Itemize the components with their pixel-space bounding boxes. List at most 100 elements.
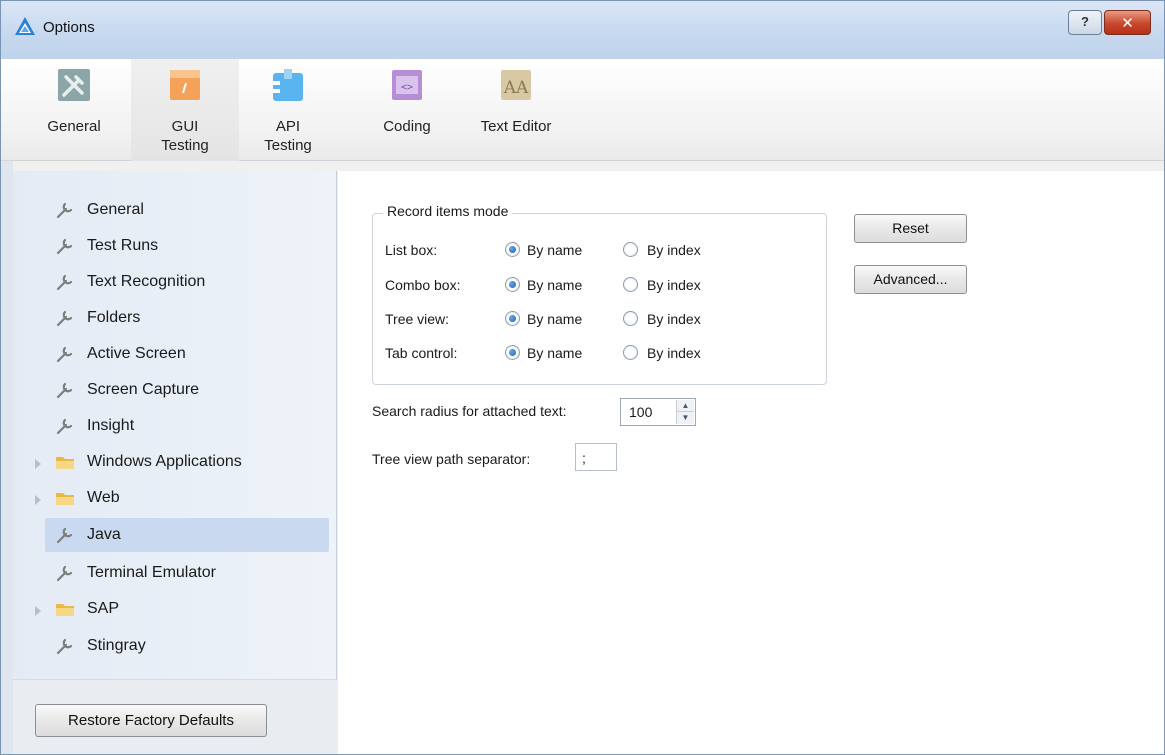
tree-view-by-index-radio[interactable]	[623, 311, 638, 326]
settings-tree: General Test Runs Text Recognition Folde…	[13, 171, 337, 679]
tree-item-folders[interactable]: Folders	[45, 301, 329, 335]
tree-item-label: Windows Applications	[87, 453, 242, 470]
category-label: GUI Testing	[161, 118, 209, 154]
row-label: Tree view:	[385, 311, 450, 327]
group-title: Record items mode	[383, 203, 513, 219]
tree-item-label: Web	[87, 489, 120, 506]
tree-item-active-screen[interactable]: Active Screen	[45, 337, 329, 371]
wrench-icon	[56, 638, 73, 655]
folder-icon	[56, 493, 74, 505]
tree-item-terminal-emulator[interactable]: Terminal Emulator	[45, 556, 329, 590]
category-label: API Testing	[264, 118, 312, 154]
category-text-editor[interactable]: AA Text Editor	[461, 59, 571, 161]
svg-text:AA: AA	[503, 78, 529, 98]
spin-down-icon[interactable]: ▼	[677, 412, 694, 424]
tree-item-test-runs[interactable]: Test Runs	[45, 229, 329, 263]
app-logo-icon	[15, 17, 35, 35]
folder-icon	[56, 604, 74, 616]
tree-item-screen-capture[interactable]: Screen Capture	[45, 373, 329, 407]
radio-label: By name	[527, 311, 583, 327]
expand-arrow-icon[interactable]	[33, 493, 43, 507]
row-label: Combo box:	[385, 277, 461, 293]
tree-item-stingray[interactable]: Stingray	[45, 629, 329, 663]
options-dialog: Options ? ✕ General GUI Testing API Test…	[0, 0, 1165, 755]
list-box-by-name-radio[interactable]	[505, 242, 520, 257]
tree-item-general[interactable]: General	[45, 193, 329, 227]
list-box-row: List box: By name By index	[385, 238, 815, 262]
expand-arrow-icon[interactable]	[33, 604, 43, 618]
gui-testing-icon	[170, 70, 200, 100]
wrench-icon	[56, 274, 73, 291]
title-bar: Options ? ✕	[1, 1, 1164, 59]
tree-item-label: Text Recognition	[87, 273, 206, 290]
tree-item-label: Folders	[87, 309, 141, 326]
radio-label: By name	[527, 345, 583, 361]
footer-bar: Restore Factory Defaults	[13, 679, 338, 754]
category-toolbar: General GUI Testing API Testing <> Codin…	[1, 59, 1164, 161]
help-button[interactable]: ?	[1068, 10, 1102, 35]
list-box-by-index-radio[interactable]	[623, 242, 638, 257]
help-icon: ?	[1081, 14, 1089, 29]
row-label: Tab control:	[385, 345, 458, 361]
search-radius-value: 100	[629, 404, 653, 420]
radio-label: By index	[647, 311, 701, 327]
folder-icon	[56, 457, 74, 469]
tab-control-by-name-radio[interactable]	[505, 345, 520, 360]
category-label: Text Editor	[480, 118, 552, 135]
wrench-icon	[56, 310, 73, 327]
tree-item-java[interactable]: Java	[45, 518, 329, 552]
left-edge	[1, 161, 13, 754]
row-label: List box:	[385, 242, 438, 258]
search-radius-stepper[interactable]: 100 ▲ ▼	[620, 398, 696, 426]
window-title: Options	[43, 19, 95, 36]
radio-label: By index	[647, 345, 701, 361]
wrench-icon	[56, 202, 73, 219]
tree-path-separator-label: Tree view path separator:	[372, 451, 531, 467]
record-items-mode-group: Record items mode List box: By name By i…	[372, 203, 827, 385]
tree-item-label: General	[87, 201, 144, 218]
java-settings-panel: Record items mode List box: By name By i…	[338, 171, 1164, 754]
search-radius-label: Search radius for attached text:	[372, 403, 567, 419]
combo-box-row: Combo box: By name By index	[385, 273, 815, 297]
svg-text:<>: <>	[401, 82, 413, 93]
combo-box-by-name-radio[interactable]	[505, 277, 520, 292]
tree-item-sap[interactable]: SAP	[45, 592, 329, 626]
tree-item-label: Stingray	[87, 637, 146, 654]
tab-control-by-index-radio[interactable]	[623, 345, 638, 360]
tab-control-row: Tab control: By name By index	[385, 341, 815, 365]
coding-icon: <>	[392, 70, 422, 100]
text-editor-icon: AA	[501, 70, 531, 100]
wrench-icon	[56, 346, 73, 363]
restore-factory-defaults-button[interactable]: Restore Factory Defaults	[35, 704, 267, 737]
radio-label: By name	[527, 277, 583, 293]
reset-button[interactable]: Reset	[854, 214, 967, 243]
category-api-testing[interactable]: API Testing	[247, 59, 329, 161]
tree-view-row: Tree view: By name By index	[385, 307, 815, 331]
wrench-icon	[56, 565, 73, 582]
tree-item-label: Java	[87, 526, 121, 543]
api-testing-icon	[273, 69, 303, 101]
tree-item-text-recognition[interactable]: Text Recognition	[45, 265, 329, 299]
expand-arrow-icon[interactable]	[33, 457, 43, 471]
tree-path-separator-field[interactable]: ;	[575, 443, 617, 471]
radio-label: By index	[647, 277, 701, 293]
radio-label: By name	[527, 242, 583, 258]
wrench-icon	[56, 527, 73, 544]
spin-up-icon[interactable]: ▲	[677, 400, 694, 412]
tree-view-by-name-radio[interactable]	[505, 311, 520, 326]
close-button[interactable]: ✕	[1104, 10, 1151, 35]
tree-item-label: Screen Capture	[87, 381, 200, 398]
tree-item-insight[interactable]: Insight	[45, 409, 329, 443]
advanced-button[interactable]: Advanced...	[854, 265, 967, 294]
tree-item-label: Insight	[87, 417, 135, 434]
spin-buttons: ▲ ▼	[676, 400, 694, 424]
wrench-icon	[56, 238, 73, 255]
tree-item-windows-applications[interactable]: Windows Applications	[45, 445, 329, 479]
tree-item-web[interactable]: Web	[45, 481, 329, 515]
combo-box-by-index-radio[interactable]	[623, 277, 638, 292]
wrench-icon	[56, 418, 73, 435]
category-label: Coding	[383, 118, 431, 135]
category-coding[interactable]: <> Coding	[367, 59, 447, 161]
category-gui-testing[interactable]: GUI Testing	[131, 59, 239, 161]
category-general[interactable]: General	[29, 59, 119, 161]
